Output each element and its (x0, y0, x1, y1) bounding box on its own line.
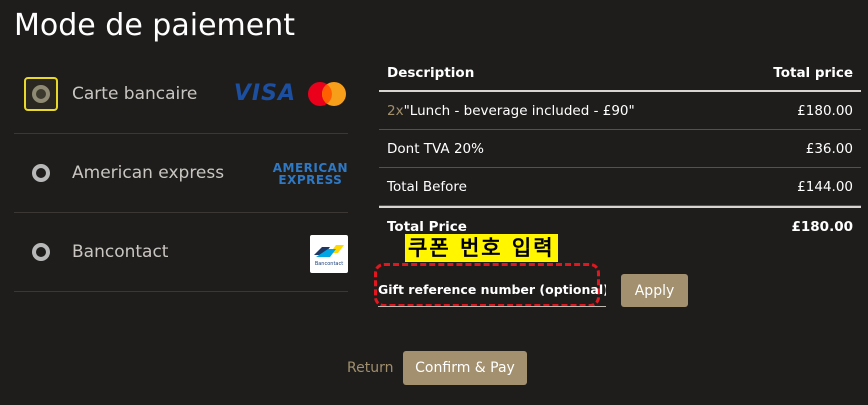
page-title: Mode de paiement (14, 8, 295, 43)
radio-amex[interactable] (24, 156, 58, 190)
payment-label-card: Carte bancaire (72, 84, 198, 104)
row-description: Total Before (387, 178, 467, 195)
amex-logo: AMERICAN EXPRESS (273, 162, 348, 186)
bancontact-logo-text: Bancontact (314, 261, 344, 267)
apply-button[interactable]: Apply (621, 274, 688, 307)
header-description: Description (387, 64, 475, 81)
payment-label-bancontact: Bancontact (72, 242, 169, 262)
return-link[interactable]: Return (347, 360, 393, 376)
row-desc-text: "Lunch - beverage included - £90" (403, 102, 635, 119)
bancontact-mark (314, 245, 344, 257)
bancontact-logo: Bancontact (310, 235, 348, 273)
confirm-pay-button[interactable]: Confirm & Pay (403, 351, 527, 385)
radio-card[interactable] (24, 77, 58, 111)
payment-option-bancontact[interactable]: Bancontact Bancontact (14, 213, 348, 292)
radio-dot (32, 164, 50, 182)
table-header: Description Total price (379, 55, 861, 92)
radio-bancontact[interactable] (24, 235, 58, 269)
row-total: £36.00 (805, 140, 853, 157)
total-value: £180.00 (791, 218, 854, 235)
visa-logo: VISA (233, 81, 296, 106)
annotation-label: 쿠폰 번호 입력 (405, 234, 558, 262)
payment-option-card[interactable]: Carte bancaire VISA (14, 55, 348, 134)
amex-logo-line2: EXPRESS (278, 173, 343, 187)
payment-method-list: Carte bancaire VISA American express AME… (14, 55, 348, 292)
gift-reference-input[interactable] (378, 272, 606, 307)
table-row: Dont TVA 20% £36.00 (379, 130, 861, 168)
row-total: £180.00 (797, 102, 853, 119)
payment-label-amex: American express (72, 163, 225, 183)
row-description: Dont TVA 20% (387, 140, 484, 157)
row-qty: 2x (387, 102, 404, 119)
radio-dot (32, 243, 50, 261)
table-row: 2x"Lunch - beverage included - £90" £180… (379, 92, 861, 130)
header-total: Total price (773, 64, 853, 81)
table-row: Total Before £144.00 (379, 168, 861, 206)
radio-dot (32, 85, 50, 103)
payment-option-amex[interactable]: American express AMERICAN EXPRESS (14, 134, 348, 213)
row-description: 2x"Lunch - beverage included - £90" (387, 103, 635, 119)
row-total: £144.00 (797, 178, 853, 195)
total-label: Total Price (387, 218, 467, 235)
order-summary-table: Description Total price 2x"Lunch - bever… (379, 55, 861, 245)
mastercard-logo (308, 82, 346, 106)
